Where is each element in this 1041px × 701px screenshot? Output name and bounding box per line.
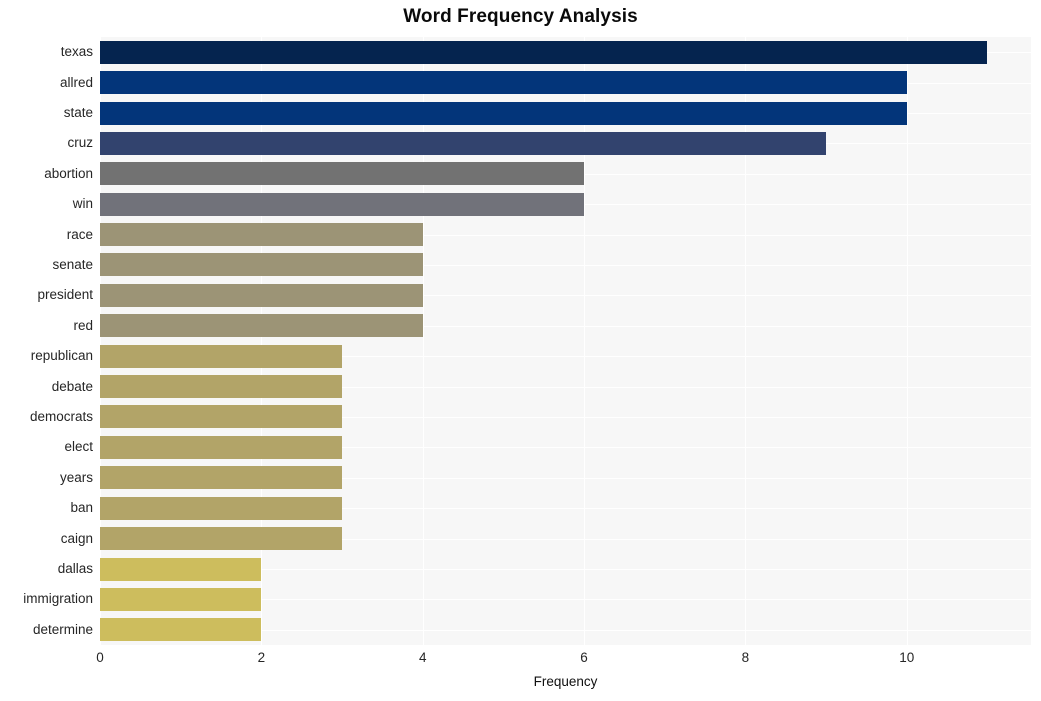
bar-elect[interactable] bbox=[100, 436, 342, 459]
bar-dallas[interactable] bbox=[100, 558, 261, 581]
bar-immigration[interactable] bbox=[100, 588, 261, 611]
bar-president[interactable] bbox=[100, 284, 423, 307]
bar-abortion[interactable] bbox=[100, 162, 584, 185]
x-axis-label: Frequency bbox=[533, 674, 598, 689]
bar-determine[interactable] bbox=[100, 618, 261, 641]
y-tick-label-determine: determine bbox=[32, 622, 93, 637]
y-tick-label-texas: texas bbox=[60, 44, 93, 59]
y-tick-label-red: red bbox=[73, 318, 93, 333]
plot-area bbox=[100, 37, 1031, 645]
bar-senate[interactable] bbox=[100, 253, 423, 276]
x-tick-label-6: 6 bbox=[580, 650, 588, 665]
bar-debate[interactable] bbox=[100, 375, 342, 398]
y-tick-label-caign: caign bbox=[60, 531, 93, 546]
chart-title: Word Frequency Analysis bbox=[403, 6, 638, 27]
bar-ban[interactable] bbox=[100, 497, 342, 520]
x-tick-label-4: 4 bbox=[418, 650, 427, 665]
y-tick-label-democrats: democrats bbox=[29, 409, 93, 424]
bar-allred[interactable] bbox=[100, 71, 907, 94]
y-tick-label-allred: allred bbox=[59, 75, 93, 90]
x-tick-label-0: 0 bbox=[96, 650, 104, 665]
y-tick-label-race: race bbox=[66, 227, 93, 242]
y-tick-label-debate: debate bbox=[51, 379, 93, 394]
chart-figure: Word Frequency Analysis texas allred state… bbox=[0, 0, 1041, 701]
y-tick-label-immigration: immigration bbox=[23, 591, 93, 606]
bar-state[interactable] bbox=[100, 102, 907, 125]
bar-red[interactable] bbox=[100, 314, 423, 337]
y-tick-label-win: win bbox=[72, 196, 93, 211]
y-tick-label-dallas: dallas bbox=[57, 561, 93, 576]
y-tick-label-state: state bbox=[63, 105, 93, 120]
bar-democrats[interactable] bbox=[100, 405, 342, 428]
bar-win[interactable] bbox=[100, 193, 584, 216]
bar-years[interactable] bbox=[100, 466, 342, 489]
bar-caign[interactable] bbox=[100, 527, 342, 550]
y-tick-label-ban: ban bbox=[70, 500, 93, 515]
bars-layer bbox=[100, 37, 1031, 645]
y-tick-label-president: president bbox=[37, 287, 93, 302]
y-axis-tick-labels: texas allred state cruz abortion win race senat… bbox=[0, 37, 93, 645]
y-tick-label-republican: republican bbox=[30, 348, 93, 363]
y-tick-label-abortion: abortion bbox=[44, 166, 93, 181]
bar-republican[interactable] bbox=[100, 345, 342, 368]
x-axis-tick-labels: 0 2 4 6 8 10 bbox=[0, 650, 1041, 670]
x-tick-label-10: 10 bbox=[899, 650, 915, 665]
y-tick-label-senate: senate bbox=[52, 257, 93, 272]
y-tick-label-years: years bbox=[59, 470, 93, 485]
bar-race[interactable] bbox=[100, 223, 423, 246]
bar-cruz[interactable] bbox=[100, 132, 826, 155]
x-tick-label-2: 2 bbox=[257, 650, 266, 665]
bar-texas[interactable] bbox=[100, 41, 987, 64]
y-tick-label-cruz: cruz bbox=[67, 135, 93, 150]
x-tick-label-8: 8 bbox=[741, 650, 750, 665]
y-tick-label-elect: elect bbox=[64, 439, 93, 454]
